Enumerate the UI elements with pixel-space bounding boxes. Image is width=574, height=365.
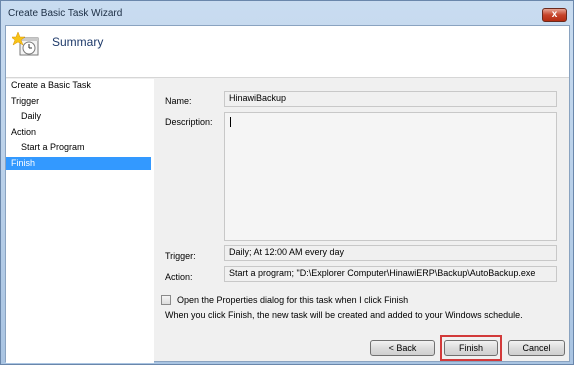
trigger-label: Trigger:	[165, 251, 196, 261]
step-trigger[interactable]: Trigger	[6, 95, 151, 108]
description-label: Description:	[165, 117, 213, 127]
step-action[interactable]: Action	[6, 126, 151, 139]
open-properties-checkbox[interactable]	[161, 295, 171, 305]
description-field[interactable]	[224, 112, 557, 241]
wizard-window: Create Basic Task Wizard x Summary Creat…	[0, 0, 574, 365]
step-finish[interactable]: Finish	[6, 157, 151, 170]
page-title: Summary	[52, 35, 104, 49]
step-create-basic-task[interactable]: Create a Basic Task	[6, 79, 151, 92]
name-field: HinawiBackup	[224, 91, 557, 107]
name-label: Name:	[165, 96, 192, 106]
finish-highlight-box	[440, 335, 502, 361]
trigger-field: Daily; At 12:00 AM every day	[224, 245, 557, 261]
finish-info-text: When you click Finish, the new task will…	[165, 310, 523, 320]
title-bar: Create Basic Task Wizard x	[1, 1, 573, 25]
cancel-button[interactable]: Cancel	[508, 340, 565, 356]
action-label: Action:	[165, 272, 193, 282]
back-button[interactable]: < Back	[370, 340, 435, 356]
open-properties-label[interactable]: Open the Properties dialog for this task…	[177, 295, 408, 305]
step-start-a-program[interactable]: Start a Program	[6, 141, 151, 154]
wizard-steps: Create a Basic Task Trigger Daily Action…	[6, 79, 154, 363]
page-header: Summary	[6, 26, 569, 78]
text-caret	[230, 117, 231, 127]
action-field: Start a program; "D:\Explorer Computer\H…	[224, 266, 557, 282]
window-title: Create Basic Task Wizard	[8, 8, 123, 19]
close-button[interactable]: x	[542, 8, 567, 22]
step-daily[interactable]: Daily	[6, 110, 151, 123]
task-clock-icon	[12, 31, 39, 56]
client-area: Summary Create a Basic Task Trigger Dail…	[5, 25, 570, 363]
